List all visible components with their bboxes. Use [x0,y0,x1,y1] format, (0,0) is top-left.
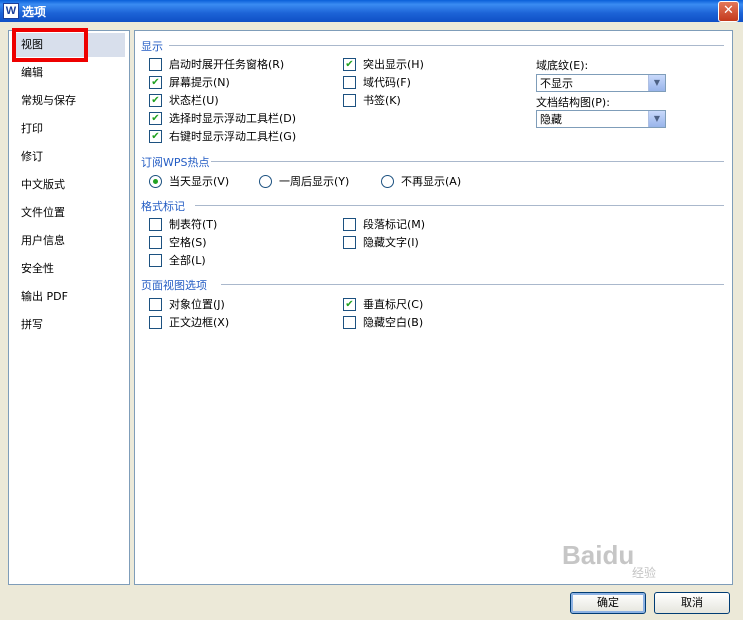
sidebar-item-output-pdf[interactable]: 输出 PDF [13,285,125,309]
doc-map-select[interactable]: 隐藏 ▼ [536,110,666,128]
view-settings-panel: 显示 启动时展开任务窗格(R) ✔ 屏幕提示(N) ✔ 状态栏(U) ✔ 选择时显示浮… [134,30,733,585]
dialog-title: 选项 [22,5,47,19]
section-title-display: 显示 [141,40,163,53]
option-highlight[interactable]: ✔ 突出显示(H) [343,57,424,73]
sidebar-item-edit[interactable]: 编辑 [13,61,125,85]
option-object-position[interactable]: 对象位置(J) [149,297,225,313]
sidebar-item-revision[interactable]: 修订 [13,145,125,169]
option-field-codes[interactable]: 域代码(F) [343,75,411,91]
checkbox[interactable] [343,217,356,231]
ok-button[interactable]: 确定 [570,592,646,614]
checkbox[interactable] [149,235,162,249]
checkbox[interactable]: ✔ [149,93,162,107]
section-title-subscribe: 订阅WPS热点 [141,156,210,169]
chevron-down-icon[interactable]: ▼ [648,75,665,91]
checkbox[interactable] [343,235,356,249]
section-divider [169,45,724,46]
radio[interactable] [149,174,162,188]
options-dialog: W 选项 ✕ 视图 编辑 常规与保存 打印 修订 中文版式 文件位置 用户信息 … [0,0,743,620]
checkbox[interactable] [149,253,162,267]
sidebar-item-print[interactable]: 打印 [13,117,125,141]
option-status-bar[interactable]: ✔ 状态栏(U) [149,93,219,109]
highlight-annotation-box [12,28,88,62]
baidu-watermark: Baidu 经验 [562,540,657,580]
section-divider [211,161,724,162]
sidebar-item-spelling[interactable]: 拼写 [13,313,125,337]
checkbox[interactable] [149,217,162,231]
field-shading-label: 域底纹(E): [536,59,589,72]
sidebar-item-file-location[interactable]: 文件位置 [13,201,125,225]
option-text-boundaries[interactable]: 正文边框(X) [149,315,229,331]
option-all-marks[interactable]: 全部(L) [149,253,206,269]
section-title-format-marks: 格式标记 [141,200,185,213]
sidebar-item-security[interactable]: 安全性 [13,257,125,281]
radio-never-show[interactable]: 不再显示(A) [381,174,461,190]
wps-writer-icon: W [3,3,19,19]
close-button[interactable]: ✕ [718,1,739,22]
checkbox[interactable] [343,93,356,107]
radio[interactable] [381,174,394,188]
cancel-button[interactable]: 取消 [654,592,730,614]
checkbox[interactable] [149,297,162,311]
radio[interactable] [259,174,272,188]
field-shading-select[interactable]: 不显示 ▼ [536,74,666,92]
checkbox[interactable] [149,315,162,329]
option-spaces[interactable]: 空格(S) [149,235,207,251]
option-screen-tips[interactable]: ✔ 屏幕提示(N) [149,75,230,91]
option-vertical-ruler[interactable]: ✔ 垂直标尺(C) [343,297,423,313]
checkbox[interactable] [343,75,356,89]
checkbox[interactable]: ✔ [149,75,162,89]
sidebar-item-user-info[interactable]: 用户信息 [13,229,125,253]
radio-show-after-week[interactable]: 一周后显示(Y) [259,174,349,190]
option-paragraph-marks[interactable]: 段落标记(M) [343,217,425,233]
section-divider [195,205,724,206]
title-bar[interactable]: W 选项 ✕ [0,0,743,22]
option-float-toolbar-select[interactable]: ✔ 选择时显示浮动工具栏(D) [149,111,296,127]
doc-map-label: 文档结构图(P): [536,96,610,109]
checkbox[interactable] [149,57,162,71]
checkbox[interactable] [343,315,356,329]
section-divider [221,284,724,285]
checkbox[interactable]: ✔ [149,129,162,143]
sidebar-item-chinese-layout[interactable]: 中文版式 [13,173,125,197]
option-hidden-text[interactable]: 隐藏文字(I) [343,235,419,251]
chevron-down-icon[interactable]: ▼ [648,111,665,127]
option-bookmarks[interactable]: 书签(K) [343,93,401,109]
checkbox[interactable]: ✔ [149,111,162,125]
radio-show-today[interactable]: 当天显示(V) [149,174,229,190]
category-sidebar: 视图 编辑 常规与保存 打印 修订 中文版式 文件位置 用户信息 安全性 输出 … [8,30,130,585]
checkbox[interactable]: ✔ [343,297,356,311]
checkbox[interactable]: ✔ [343,57,356,71]
option-expand-task-pane[interactable]: 启动时展开任务窗格(R) [149,57,284,73]
sidebar-item-general-save[interactable]: 常规与保存 [13,89,125,113]
option-hide-whitespace[interactable]: 隐藏空白(B) [343,315,423,331]
option-tab-chars[interactable]: 制表符(T) [149,217,217,233]
option-float-toolbar-rightclick[interactable]: ✔ 右键时显示浮动工具栏(G) [149,129,296,145]
section-title-page-view: 页面视图选项 [141,279,207,292]
